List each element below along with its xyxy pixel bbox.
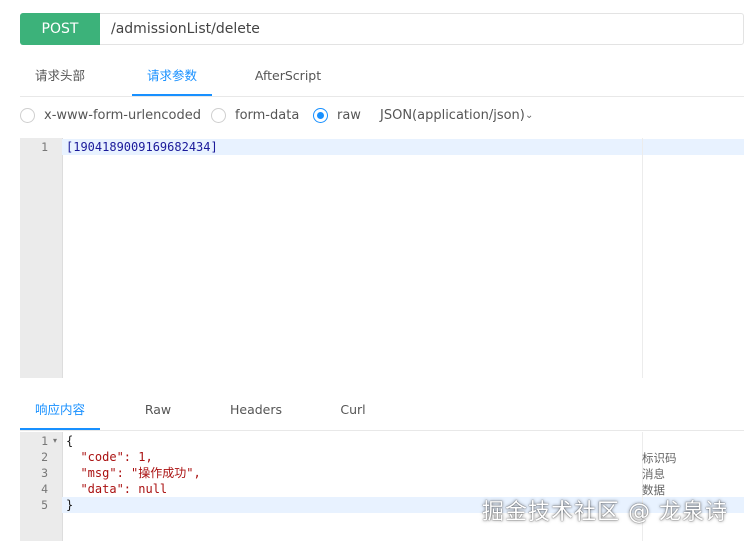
- code-line: "msg": "操作成功",: [66, 466, 201, 480]
- radio-x-www-form-urlencoded[interactable]: [20, 108, 35, 123]
- request-tabs: 请求头部 请求参数 AfterScript: [20, 58, 744, 97]
- code-line: "data": null: [66, 482, 168, 496]
- line-number: 1: [41, 140, 48, 154]
- line-number: 4: [41, 482, 48, 496]
- url-bar[interactable]: POST /admissionList/delete: [20, 13, 744, 45]
- content-type-select[interactable]: JSON(application/json): [380, 106, 525, 126]
- field-comment: 消息: [642, 467, 665, 481]
- field-comment: 标识码: [642, 451, 677, 465]
- line-number: 3: [41, 466, 48, 480]
- request-body-text[interactable]: [1904189009169682434]: [66, 139, 218, 155]
- tab-request-headers[interactable]: 请求头部: [20, 58, 100, 94]
- line-number: 1: [41, 434, 48, 448]
- radio-label-raw[interactable]: raw: [337, 106, 361, 126]
- response-tabs: 响应内容 Raw Headers Curl: [20, 392, 744, 431]
- radio-form-data[interactable]: [211, 108, 226, 123]
- tab-headers[interactable]: Headers: [226, 392, 286, 428]
- code-line: "code": 1,: [66, 450, 153, 464]
- chevron-down-icon[interactable]: ⌄: [525, 106, 533, 126]
- tab-response-content[interactable]: 响应内容: [20, 392, 100, 430]
- request-body-editor[interactable]: 1 [1904189009169682434]: [20, 138, 744, 378]
- tab-raw[interactable]: Raw: [132, 392, 184, 428]
- code-line: {: [66, 434, 74, 448]
- code-line: }: [66, 498, 74, 512]
- print-margin: [642, 138, 643, 378]
- tab-request-params[interactable]: 请求参数: [132, 58, 212, 96]
- fold-arrow-icon[interactable]: ▾: [53, 433, 57, 449]
- line-number-gutter: 1: [20, 138, 63, 378]
- url-input[interactable]: /admissionList/delete: [111, 14, 260, 44]
- radio-raw[interactable]: [313, 108, 328, 123]
- line-number: 5: [41, 498, 48, 512]
- radio-label-form-data[interactable]: form-data: [235, 106, 299, 126]
- tab-afterscript[interactable]: AfterScript: [244, 58, 332, 94]
- method-button[interactable]: POST: [20, 13, 100, 45]
- line-number: 2: [41, 450, 48, 464]
- line-number-gutter: 1 ▾ 2 3 4 5: [20, 432, 63, 541]
- radio-label-x-www-form-urlencoded[interactable]: x-www-form-urlencoded: [44, 106, 201, 126]
- watermark: 掘金技术社区 @ 龙泉诗: [482, 500, 728, 525]
- tab-curl[interactable]: Curl: [332, 392, 374, 428]
